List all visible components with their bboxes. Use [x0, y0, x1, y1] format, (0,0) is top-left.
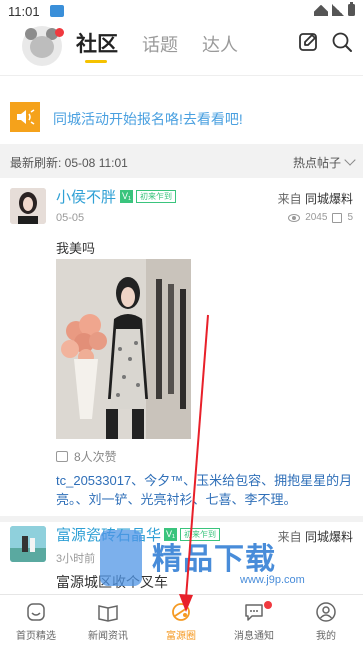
source-prefix: 来自: [277, 192, 302, 206]
speaker-icon: [10, 102, 40, 132]
wifi-icon: [314, 5, 328, 16]
source-name: 同城爆料: [304, 192, 353, 206]
bottom-tab-bar: 首页精选 新闻资讯 富源圈 消息通知 我的: [0, 594, 363, 645]
post-date: 3小时前: [56, 553, 96, 565]
tab-label: 我的: [316, 631, 336, 642]
mascot-face-icon: [30, 36, 54, 58]
like-summary[interactable]: 8人次赞: [56, 448, 117, 465]
post-author[interactable]: 小侯不胖: [56, 186, 116, 207]
post-date: 05-05: [56, 212, 85, 224]
source-name: 同城爆料: [304, 530, 353, 544]
notice-text: 同城活动开始报名咯!去看看吧!: [53, 111, 243, 127]
chevron-down-icon[interactable]: [344, 154, 356, 166]
status-icons: [314, 2, 355, 16]
signal-icon: [332, 4, 344, 16]
status-time: 11:01: [8, 4, 40, 19]
post-source[interactable]: 来自 同城爆料: [278, 190, 353, 207]
tab-profile[interactable]: 我的: [290, 601, 362, 642]
post-stats: 2045 5: [288, 212, 353, 223]
tab-label: 新闻资讯: [88, 631, 128, 642]
post-author[interactable]: 富源瓷砖石晶华: [56, 524, 161, 545]
user-avatar[interactable]: [10, 526, 46, 562]
tab-messages[interactable]: 消息通知: [218, 601, 290, 642]
tab-experts[interactable]: 达人: [202, 31, 238, 57]
header-divider: [0, 75, 363, 76]
header-tabs: 社区 话题 达人: [76, 28, 238, 63]
post-text: 我美吗: [56, 241, 96, 256]
sort-dropdown[interactable]: 热点帖子: [293, 154, 341, 171]
refresh-bar: 最新刷新: 05-08 11:01 热点帖子: [0, 144, 363, 178]
tab-label: 首页精选: [16, 631, 56, 642]
comment-icon: [332, 212, 343, 223]
notification-dot: [55, 28, 64, 37]
status-bar: 11:01: [0, 0, 363, 22]
profile-avatar[interactable]: [22, 26, 64, 66]
tab-label: 消息通知: [234, 631, 274, 642]
chat-icon: [245, 604, 263, 621]
view-count: 2045: [305, 212, 328, 223]
user-avatar[interactable]: [10, 188, 46, 224]
tab-home[interactable]: 首页精选: [0, 601, 72, 642]
post-separator: [0, 516, 363, 522]
post-text: 富源城区收个叉车: [56, 574, 168, 590]
post-image[interactable]: [56, 259, 191, 439]
level-badge: 初来乍到: [180, 528, 220, 541]
avatar-photo: [10, 526, 46, 562]
avatar-photo: [10, 188, 46, 224]
post-source[interactable]: 来自 同城爆料: [278, 528, 353, 545]
comment-count: 5: [347, 212, 353, 223]
watermark-url: www.j9p.com: [240, 574, 305, 586]
tab-news[interactable]: 新闻资讯: [72, 601, 144, 642]
like-count: 8人次赞: [74, 450, 117, 464]
tab-label: 富源圈: [166, 631, 196, 642]
planet-icon: [172, 603, 190, 621]
tab-circle[interactable]: 富源圈: [145, 601, 217, 642]
refresh-time: 最新刷新: 05-08 11:01: [10, 156, 128, 170]
edit-icon[interactable]: [297, 31, 319, 53]
notice-banner[interactable]: 同城活动开始报名咯!去看看吧!: [0, 100, 363, 134]
verified-badge: V₁: [120, 190, 134, 203]
liker-list[interactable]: tc_20533017、今夕™、玉米给包容、拥抱星星的月亮。、刘一铲、光亮衬衫、…: [56, 471, 353, 509]
source-prefix: 来自: [277, 530, 302, 544]
home-icon: [27, 603, 45, 621]
tab-community[interactable]: 社区: [76, 28, 118, 63]
battery-icon: [348, 2, 355, 16]
level-badge: 初来乍到: [136, 190, 176, 203]
verified-badge: V₁: [164, 528, 178, 541]
thumbs-up-icon: [56, 451, 68, 462]
post-photo: [56, 259, 191, 439]
top-nav: 社区 话题 达人: [0, 22, 363, 72]
user-icon: [316, 602, 336, 622]
notification-dot: [264, 601, 272, 609]
search-icon[interactable]: [331, 31, 353, 53]
app-notification-icon: [50, 5, 64, 17]
tab-topics[interactable]: 话题: [142, 31, 178, 57]
book-icon: [98, 605, 118, 622]
eye-icon: [288, 213, 301, 222]
